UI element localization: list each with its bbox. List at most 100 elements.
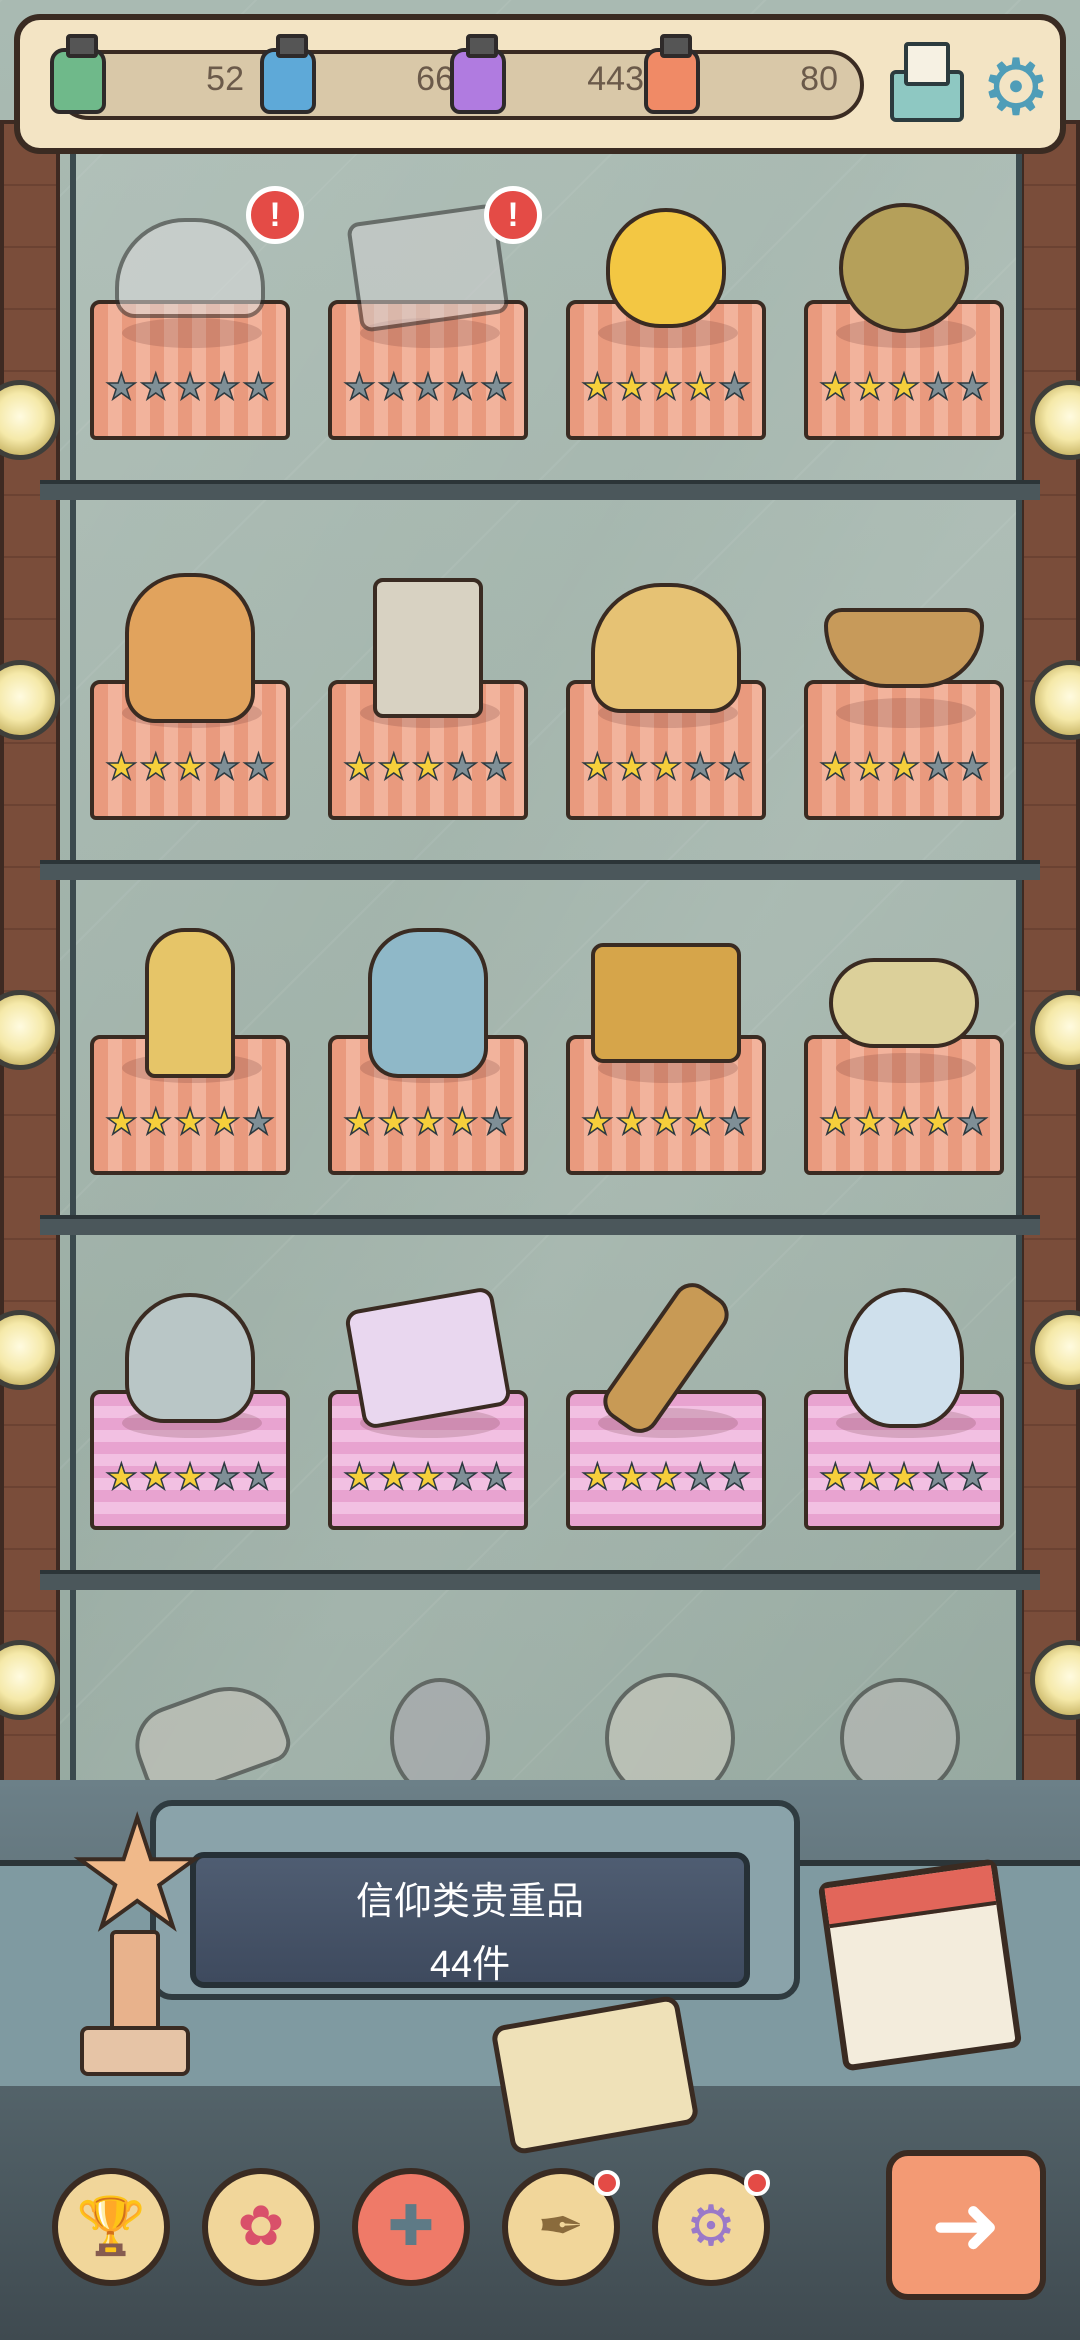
star-filled-icon: ★	[411, 747, 445, 789]
wooden-boat-container	[824, 578, 984, 718]
notification-dot	[744, 2170, 770, 2196]
shelf-item-old-scroll[interactable]: ★ ★ ★ ★ ★!	[318, 180, 542, 500]
shelf-item-shroud-tablet[interactable]: ★ ★ ★ ★ ★	[318, 560, 538, 880]
mail-button[interactable]	[890, 42, 966, 124]
letter-icon	[904, 42, 950, 86]
star-filled-icon: ★	[139, 1457, 173, 1499]
star-filled-icon: ★	[343, 1102, 377, 1144]
star-filled-icon: ★	[887, 1102, 921, 1144]
pointing-hand-statue-container	[110, 928, 270, 1078]
star-empty-icon: ★	[105, 367, 139, 409]
star-filled-icon: ★	[819, 747, 853, 789]
bearded-sage-container	[348, 928, 508, 1078]
alert-badge: !	[484, 186, 542, 244]
shelf-item-holy-water-flask[interactable]: ★ ★ ★ ★ ★	[794, 1270, 1014, 1590]
silver-lamp-icon	[125, 1293, 255, 1423]
star-empty-icon: ★	[242, 367, 276, 409]
star-rating: ★ ★ ★ ★ ★	[340, 367, 516, 409]
star-empty-icon: ★	[480, 367, 514, 409]
flame-torch-container	[586, 1275, 746, 1441]
star-empty-icon: ★	[956, 367, 990, 409]
star-empty-icon: ★	[683, 1457, 717, 1499]
star-filled-icon: ★	[581, 367, 615, 409]
shelf-item-bread-basket[interactable]: ★ ★ ★ ★ ★	[556, 560, 776, 880]
star-empty-icon: ★	[242, 1457, 276, 1499]
star-filled-icon: ★	[615, 1102, 649, 1144]
star-empty-icon: ★	[480, 747, 514, 789]
star-filled-icon: ★	[887, 367, 921, 409]
star-empty-icon: ★	[445, 367, 479, 409]
star-empty-icon: ★	[207, 1457, 241, 1499]
nav-trophy-button[interactable]: 🏆	[52, 2168, 170, 2286]
star-empty-icon: ★	[377, 367, 411, 409]
star-filled-icon: ★	[853, 747, 887, 789]
resource-value: 80	[800, 60, 838, 98]
star-rating: ★ ★ ★ ★ ★	[816, 1102, 992, 1144]
star-empty-icon: ★	[683, 747, 717, 789]
resource-value: 443	[587, 60, 644, 98]
shelf-item-auspicious-cloud[interactable]: ★ ★ ★ ★ ★	[794, 915, 1014, 1235]
star-filled-icon: ★	[819, 1102, 853, 1144]
star-filled-icon: ★	[411, 1457, 445, 1499]
star-filled-icon: ★	[819, 367, 853, 409]
star-empty-icon: ★	[480, 1457, 514, 1499]
shelf-item-peacock-fan[interactable]: ★ ★ ★ ★ ★!	[80, 180, 304, 500]
blue-jar-icon	[260, 34, 316, 114]
star-filled-icon: ★	[445, 1102, 479, 1144]
star-empty-icon: ★	[480, 1102, 514, 1144]
star-filled-icon: ★	[139, 747, 173, 789]
wooden-boat-icon	[824, 608, 984, 688]
shelf-item-golden-apple[interactable]: ★ ★ ★ ★ ★	[556, 180, 776, 500]
star-filled-icon: ★	[411, 1102, 445, 1144]
settings-button[interactable]: ⚙	[980, 49, 1052, 127]
three-faced-bust-container	[110, 573, 270, 723]
star-empty-icon: ★	[921, 1457, 955, 1499]
star-filled-icon: ★	[683, 367, 717, 409]
resource-blue[interactable]: 66	[260, 34, 460, 130]
resource-green[interactable]: 52	[50, 34, 250, 130]
star-empty-icon: ★	[445, 1457, 479, 1499]
peacock-fan-icon	[115, 218, 265, 318]
shelf-item-silver-lamp[interactable]: ★ ★ ★ ★ ★	[80, 1270, 300, 1590]
alert-badge: !	[246, 186, 304, 244]
nav-faith-button[interactable]: ✚	[352, 2168, 470, 2286]
star-filled-icon: ★	[853, 367, 887, 409]
star-filled-icon: ★	[581, 1457, 615, 1499]
thorned-tome-container	[343, 1285, 513, 1431]
star-filled-icon: ★	[105, 1102, 139, 1144]
shelf-item-three-faced-bust[interactable]: ★ ★ ★ ★ ★	[80, 560, 300, 880]
star-trophy[interactable]: ★	[68, 1798, 206, 2080]
star-rating: ★ ★ ★ ★ ★	[816, 367, 992, 409]
star-filled-icon: ★	[615, 747, 649, 789]
shelf-item-bearded-sage[interactable]: ★ ★ ★ ★ ★	[318, 915, 538, 1235]
star-filled-icon: ★	[343, 1457, 377, 1499]
calendar-icon[interactable]	[817, 1858, 1023, 2072]
star-rating: ★ ★ ★ ★ ★	[340, 1102, 516, 1144]
star-empty-icon: ★	[411, 367, 445, 409]
star-filled-icon: ★	[173, 1457, 207, 1499]
rose-icon: ✿	[237, 2194, 285, 2259]
star-empty-icon: ★	[718, 747, 752, 789]
star-filled-icon: ★	[581, 747, 615, 789]
shelf-item-thorned-tome[interactable]: ★ ★ ★ ★ ★	[318, 1270, 538, 1590]
resource-value: 52	[206, 60, 244, 98]
star-rating: ★ ★ ★ ★ ★	[340, 1457, 516, 1499]
plaque-count: 44件	[429, 1944, 511, 1986]
star-filled-icon: ★	[683, 1102, 717, 1144]
orange-jar-icon	[644, 34, 700, 114]
arrow-right-icon: ➜	[930, 2176, 1002, 2274]
resource-purple[interactable]: 443	[450, 34, 650, 130]
golden-ark-container	[586, 933, 746, 1073]
shelf-item-pointing-hand-statue[interactable]: ★ ★ ★ ★ ★	[80, 915, 300, 1235]
shelf-item-golden-ark[interactable]: ★ ★ ★ ★ ★	[556, 915, 776, 1235]
resource-orange[interactable]: 80	[644, 34, 844, 130]
collection-plaque: 信仰类贵重品 44件	[190, 1852, 750, 1988]
star-rating: ★ ★ ★ ★ ★	[578, 367, 754, 409]
shelf-item-wooden-boat[interactable]: ★ ★ ★ ★ ★	[794, 560, 1014, 880]
shelf-item-bronze-eye-relic[interactable]: ★ ★ ★ ★ ★	[794, 180, 1014, 500]
nav-rose-button[interactable]: ✿	[202, 2168, 320, 2286]
cross-icon: ✚	[387, 2194, 435, 2259]
shelf-item-flame-torch[interactable]: ★ ★ ★ ★ ★	[556, 1270, 776, 1590]
star-filled-icon: ★	[343, 747, 377, 789]
next-page-button[interactable]: ➜	[886, 2150, 1046, 2300]
